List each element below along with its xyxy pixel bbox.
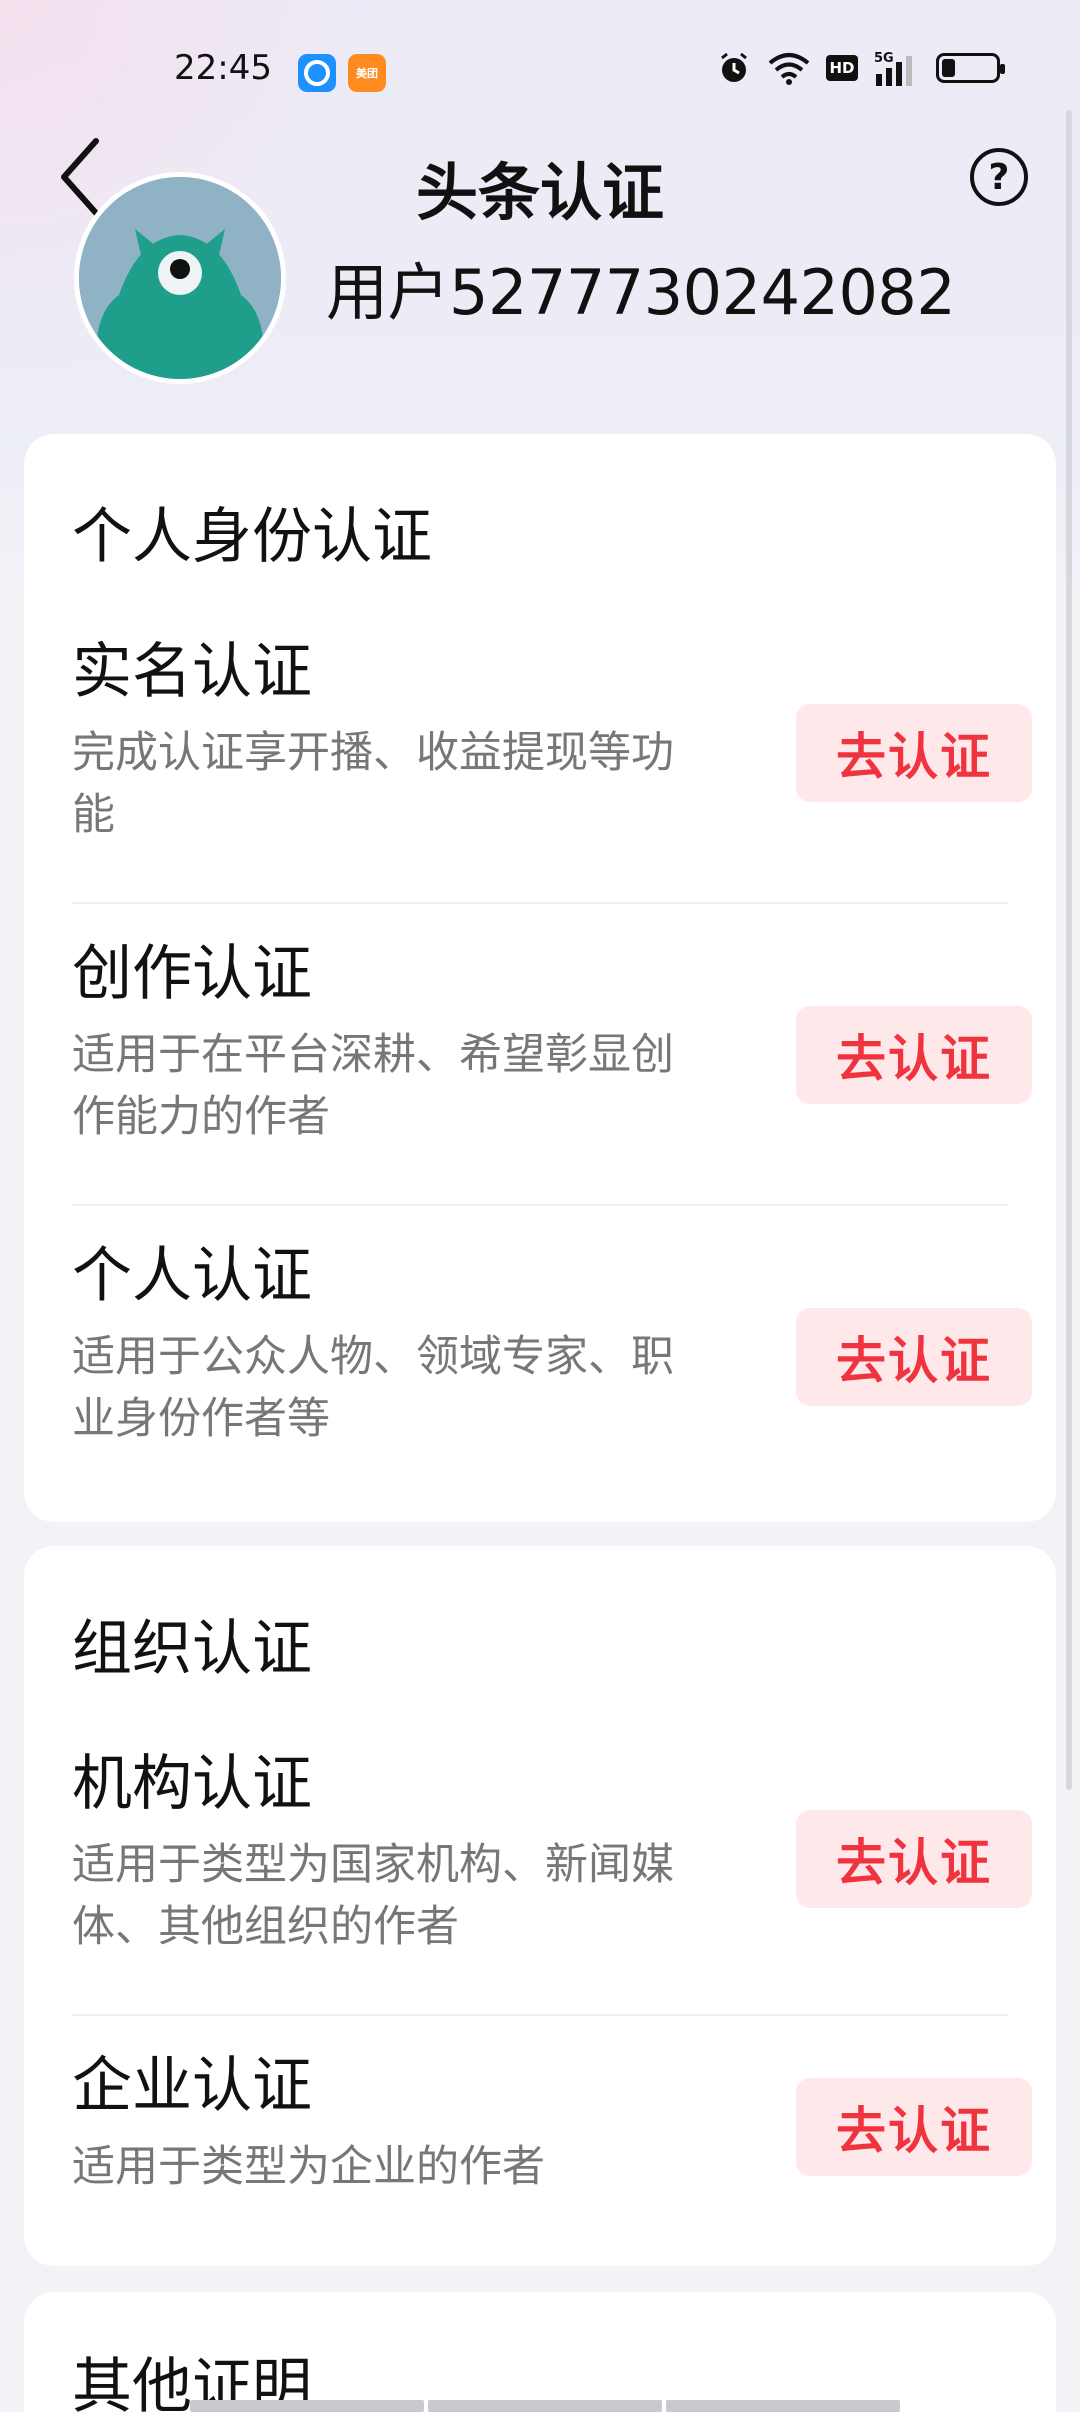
meituan-app-icon: 美团 — [348, 54, 386, 92]
status-icons: HD 5G — [716, 50, 1005, 86]
item-title: 个人认证 — [72, 1241, 312, 1311]
item-description: 完成认证享开播、收益提现等功能 — [72, 728, 674, 840]
page: 22:45 美团 HD 5G 头条认证 ? 用户5277730242082 个人… — [0, 0, 1080, 2412]
battery-icon — [936, 53, 1005, 83]
other-proof-card: 其他证明 — [24, 2292, 1056, 2412]
help-button[interactable]: ? — [970, 148, 1028, 206]
verify-button[interactable]: 去认证 — [796, 1006, 1032, 1104]
item-description: 适用于公众人物、领域专家、职业身份作者等 — [72, 1332, 674, 1444]
hd-badge: HD — [826, 55, 858, 81]
organization-card: 组织认证 机构认证 适用于类型为国家机构、新闻媒体、其他组织的作者 去认证 企业… — [24, 1546, 1056, 2266]
signal-icon: 5G — [874, 50, 920, 86]
item-description: 适用于在平台深耕、希望彰显创作能力的作者 — [72, 1030, 674, 1142]
home-indicator[interactable] — [190, 2400, 900, 2412]
monster-avatar-icon — [79, 177, 281, 379]
list-item-real-name: 实名认证 完成认证享开播、收益提现等功能 去认证 — [72, 632, 1032, 842]
wifi-icon — [768, 51, 810, 85]
verify-button[interactable]: 去认证 — [796, 2078, 1032, 2176]
list-item-institution: 机构认证 适用于类型为国家机构、新闻媒体、其他组织的作者 去认证 — [72, 1744, 1032, 1954]
list-item-creator: 创作认证 适用于在平台深耕、希望彰显创作能力的作者 去认证 — [72, 934, 1032, 1144]
status-bar: 22:45 美团 HD 5G — [0, 0, 1080, 140]
divider — [72, 902, 1008, 904]
alarm-icon — [716, 50, 752, 86]
item-title: 实名认证 — [72, 637, 312, 707]
list-item-personal: 个人认证 适用于公众人物、领域专家、职业身份作者等 去认证 — [72, 1236, 1032, 1446]
svg-text:5G: 5G — [874, 51, 894, 66]
avatar[interactable] — [74, 172, 286, 384]
divider — [72, 2014, 1008, 2016]
verify-button[interactable]: 去认证 — [796, 704, 1032, 802]
personal-identity-card: 个人身份认证 实名认证 完成认证享开播、收益提现等功能 去认证 创作认证 适用于… — [24, 434, 1056, 1522]
status-time: 22:45 — [174, 48, 272, 88]
item-description: 适用于类型为企业的作者 — [72, 2142, 545, 2192]
verify-button[interactable]: 去认证 — [796, 1308, 1032, 1406]
section-title: 个人身份认证 — [72, 502, 432, 572]
verify-button[interactable]: 去认证 — [796, 1810, 1032, 1908]
item-title: 创作认证 — [72, 939, 312, 1009]
battery-level — [942, 59, 955, 77]
list-item-enterprise: 企业认证 适用于类型为企业的作者 去认证 — [72, 2046, 1032, 2206]
item-description: 适用于类型为国家机构、新闻媒体、其他组织的作者 — [72, 1840, 674, 1952]
username: 用户5277730242082 — [326, 256, 956, 329]
scrollbar[interactable] — [1066, 110, 1072, 1790]
section-title: 组织认证 — [72, 1614, 312, 1684]
question-icon: ? — [988, 156, 1010, 198]
cloud-app-icon — [298, 54, 336, 92]
divider — [72, 1204, 1008, 1206]
